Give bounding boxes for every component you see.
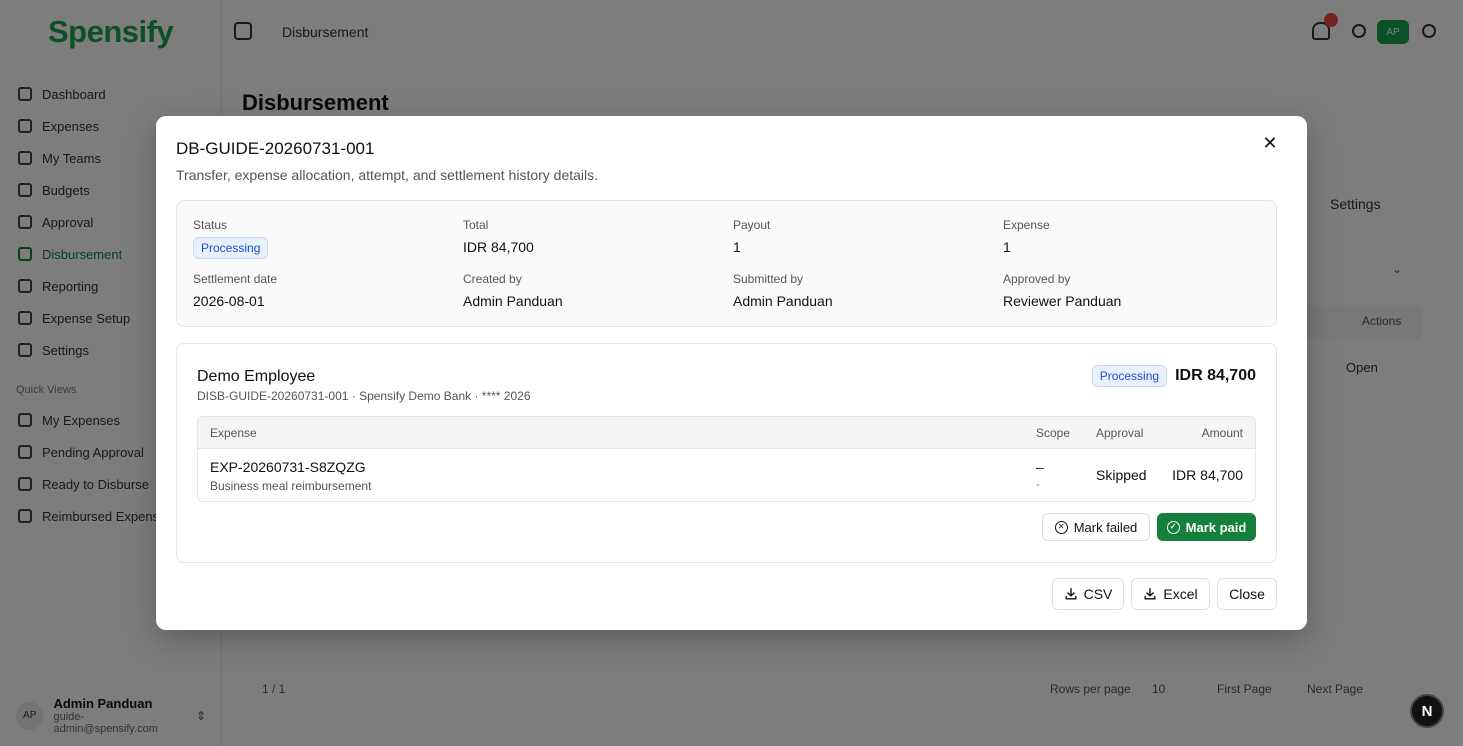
total-label: Total [463,218,489,232]
created-by-value: Admin Panduan [463,293,563,309]
total-value: IDR 84,700 [463,239,534,255]
expense-field: Expense 1 [1003,218,1050,255]
scope-sub-value: - [1036,479,1040,491]
mark-failed-label: Mark failed [1073,519,1138,535]
dialog-title: DB-GUIDE-20260731-001 [176,139,375,158]
next-dev-badge[interactable]: N [1410,694,1444,728]
scope-value: – [1036,459,1044,475]
download-icon [1144,588,1156,600]
mark-paid-label: Mark paid [1185,519,1247,535]
approved-by-field: Approved by Reviewer Panduan [1003,272,1121,309]
payout-card: Demo Employee DISB-GUIDE-20260731-001 · … [176,343,1277,563]
table-header-row: Expense Scope Approval Amount [198,417,1255,449]
col-approval: Approval [1096,426,1144,440]
expense-label: Expense [1003,218,1050,232]
expense-value: 1 [1003,239,1011,255]
settlement-date-label: Settlement date [193,272,278,286]
submitted-by-field: Submitted by Admin Panduan [733,272,833,309]
dialog-description: Transfer, expense allocation, attempt, a… [176,167,599,183]
status-badge: Processing [193,237,269,259]
created-by-field: Created by Admin Panduan [463,272,563,309]
amount-value: IDR 84,700 [1172,467,1243,483]
payout-meta: DISB-GUIDE-20260731-001 · Spensify Demo … [197,389,531,403]
status-label: Status [193,218,228,232]
expense-id[interactable]: EXP-20260731-S8ZQZG [210,459,366,475]
excel-label: Excel [1163,586,1198,602]
expense-table: Expense Scope Approval Amount EXP-202607… [197,416,1256,502]
close-label: Close [1229,586,1265,602]
mark-paid-button[interactable]: ✓ Mark paid [1157,513,1256,541]
total-field: Total IDR 84,700 [463,218,534,255]
payout-label: Payout [733,218,771,232]
close-button[interactable]: Close [1217,578,1277,610]
payout-amount: IDR 84,700 [1175,367,1256,384]
settlement-date-field: Settlement date 2026-08-01 [193,272,277,309]
col-scope: Scope [1036,426,1071,440]
payout-status-badge: Processing [1091,365,1168,387]
check-circle-icon: ✓ [1166,520,1180,534]
export-csv-button[interactable]: CSV [1052,578,1124,610]
submitted-by-value: Admin Panduan [733,293,833,309]
col-amount: Amount [1201,426,1243,440]
expense-description: Business meal reimbursement [210,479,372,493]
disbursement-detail-dialog: DB-GUIDE-20260731-001 Transfer, expense … [156,116,1307,630]
payout-summary: Processing IDR 84,700 [1091,365,1256,387]
x-circle-icon: ✕ [1054,520,1068,534]
close-icon[interactable]: ✕ [1260,133,1280,153]
submitted-by-label: Submitted by [733,272,804,286]
table-row: EXP-20260731-S8ZQZG Business meal reimbu… [198,449,1255,501]
created-by-label: Created by [463,272,522,286]
approved-by-value: Reviewer Panduan [1003,293,1122,309]
payout-value: 1 [733,239,741,255]
status-field: Status Processing [193,218,269,259]
summary-panel: Status Processing Total IDR 84,700 Payou… [176,200,1277,327]
approved-by-label: Approved by [1003,272,1071,286]
download-icon [1065,588,1077,600]
col-expense: Expense [210,426,257,440]
export-excel-button[interactable]: Excel [1131,578,1210,610]
settlement-date-value: 2026-08-01 [193,293,265,309]
mark-failed-button[interactable]: ✕ Mark failed [1042,513,1150,541]
payout-field: Payout 1 [733,218,770,255]
approval-value: Skipped [1096,467,1147,483]
csv-label: CSV [1083,586,1113,602]
employee-name: Demo Employee [197,368,316,385]
